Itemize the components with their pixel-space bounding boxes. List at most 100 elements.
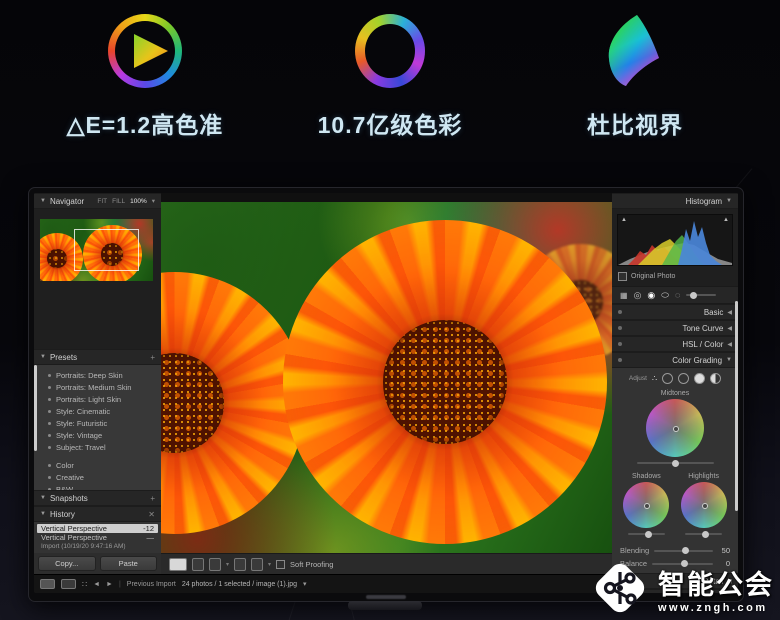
history-header[interactable]: ▼ History ✕ bbox=[34, 506, 161, 522]
zoom-fill[interactable]: FILL bbox=[112, 198, 125, 205]
zoom-dropdown-icon[interactable]: ▾ bbox=[152, 197, 155, 205]
highlights-color-wheel[interactable] bbox=[681, 482, 727, 528]
lightroom-window: ▼ Navigator FIT FILL 100% ▾ bbox=[34, 193, 738, 593]
main-window-icon[interactable] bbox=[40, 579, 55, 589]
feature-color-depth: 10.7亿级色彩 bbox=[275, 8, 505, 140]
highlights-luminance-slider[interactable] bbox=[685, 533, 722, 535]
promo-stage: △E=1.2高色准 10.7亿级色彩 bbox=[0, 0, 780, 620]
masking-tool-icon[interactable]: ◉ bbox=[647, 290, 655, 301]
grid-view-icon[interactable]: ∷ bbox=[82, 580, 87, 589]
presets-header[interactable]: ▼ Presets + bbox=[34, 349, 161, 365]
preset-item[interactable]: B&W bbox=[34, 483, 161, 490]
hsl-color-title: HSL / Color bbox=[682, 340, 723, 349]
panel-toggle-icon[interactable] bbox=[618, 342, 622, 346]
preset-item[interactable]: Color bbox=[34, 459, 161, 471]
collapse-triangle-icon[interactable]: ▼ bbox=[40, 198, 46, 204]
basic-panel-header[interactable]: Basic ◀ bbox=[612, 304, 738, 320]
filmstrip-source[interactable]: Previous Import bbox=[127, 581, 176, 588]
right-scrollbar[interactable] bbox=[735, 301, 738, 511]
loupe-view-icon[interactable] bbox=[169, 558, 187, 571]
soft-proofing-checkbox[interactable] bbox=[276, 560, 285, 569]
hsl-color-panel-header[interactable]: HSL / Color ◀ bbox=[612, 336, 738, 352]
panel-toggle-icon[interactable] bbox=[618, 310, 622, 314]
brush-tool-icon[interactable]: ◌ bbox=[675, 290, 680, 300]
history-entry[interactable]: Vertical Perspective — bbox=[37, 533, 158, 542]
before-after-view-icon[interactable] bbox=[209, 558, 221, 571]
dropdown-icon[interactable]: ▾ bbox=[226, 561, 229, 568]
photo-area[interactable] bbox=[161, 202, 612, 553]
original-photo-checkbox[interactable] bbox=[618, 272, 627, 281]
tool-slider[interactable] bbox=[686, 294, 716, 296]
snapshots-header[interactable]: ▼ Snapshots + bbox=[34, 490, 161, 506]
preset-item[interactable]: Subject: Travel bbox=[34, 441, 161, 453]
shadows-wheel-icon[interactable] bbox=[662, 373, 673, 384]
filmstrip-dropdown-icon[interactable]: ▾ bbox=[303, 580, 307, 588]
navigator-crop-rect[interactable] bbox=[74, 229, 139, 271]
dropdown-icon[interactable]: ▾ bbox=[268, 561, 271, 568]
panel-toggle-icon[interactable] bbox=[618, 358, 622, 362]
view-toolbar: ▾ ▾ Soft Proofing bbox=[161, 553, 612, 574]
histogram-title: Histogram bbox=[686, 197, 722, 206]
global-wheel-icon[interactable] bbox=[710, 373, 721, 384]
copy-button[interactable]: Copy... bbox=[38, 556, 96, 571]
collapse-triangle-icon[interactable]: ◀ bbox=[727, 309, 732, 316]
preset-item[interactable]: Style: Futuristic bbox=[34, 417, 161, 429]
collapse-triangle-icon[interactable]: ◀ bbox=[727, 325, 732, 332]
preset-item[interactable]: Portraits: Medium Skin bbox=[34, 381, 161, 393]
back-arrow-icon[interactable]: ◄ bbox=[93, 581, 100, 588]
feature-label: 杜比视界 bbox=[587, 106, 683, 140]
heal-tool-icon[interactable]: ◎ bbox=[634, 290, 642, 301]
left-scrollbar[interactable] bbox=[34, 365, 37, 451]
redeye-tool-icon[interactable]: ⬭ bbox=[661, 290, 669, 301]
history-list: Vertical Perspective -12 Vertical Perspe… bbox=[34, 522, 161, 553]
shadows-color-wheel[interactable] bbox=[623, 482, 669, 528]
filmstrip-status: 24 photos / 1 selected / image (1).jpg bbox=[182, 581, 297, 588]
midtones-luminance-slider[interactable] bbox=[637, 462, 714, 464]
shadows-luminance-slider[interactable] bbox=[628, 533, 665, 535]
collapse-triangle-icon[interactable]: ▼ bbox=[40, 354, 46, 360]
tone-curve-panel-header[interactable]: Tone Curve ◀ bbox=[612, 320, 738, 336]
preset-item[interactable]: Style: Cinematic bbox=[34, 405, 161, 417]
highlights-wheel-icon[interactable] bbox=[694, 373, 705, 384]
preset-item[interactable]: Style: Vintage bbox=[34, 429, 161, 441]
history-entry-selected[interactable]: Vertical Perspective -12 bbox=[37, 524, 158, 533]
monitor-stand-mount bbox=[348, 601, 422, 610]
threeway-icon[interactable]: ∴ bbox=[652, 374, 657, 383]
midtones-color-wheel[interactable] bbox=[646, 399, 704, 457]
preset-item[interactable]: Creative bbox=[34, 471, 161, 483]
collapse-triangle-icon[interactable]: ▼ bbox=[40, 495, 46, 501]
watermark: 智能公会 www.zngh.com bbox=[590, 558, 774, 618]
collapse-triangle-icon[interactable]: ◀ bbox=[727, 341, 732, 348]
second-window-icon[interactable] bbox=[61, 579, 76, 589]
collapse-triangle-icon[interactable]: ▼ bbox=[40, 511, 46, 517]
zoom-100[interactable]: 100% bbox=[130, 198, 147, 205]
preset-item[interactable]: Portraits: Deep Skin bbox=[34, 369, 161, 381]
before-after-view-icon[interactable] bbox=[192, 558, 204, 571]
highlight-clipping-icon[interactable]: ▲ bbox=[723, 217, 729, 223]
monitor: ▼ Navigator FIT FILL 100% ▾ bbox=[28, 187, 744, 602]
midtones-wheel-icon[interactable] bbox=[678, 373, 689, 384]
play-gamut-icon bbox=[108, 14, 182, 88]
blending-slider[interactable] bbox=[654, 550, 713, 552]
collapse-triangle-icon[interactable]: ▼ bbox=[726, 357, 732, 363]
flower-main bbox=[283, 220, 608, 545]
crop-tool-icon[interactable]: ▦ bbox=[620, 291, 628, 300]
shadow-clipping-icon[interactable]: ▲ bbox=[621, 217, 627, 223]
split-view-icon[interactable] bbox=[251, 558, 263, 571]
histogram-header[interactable]: Histogram ▼ bbox=[612, 193, 738, 209]
navigator-header[interactable]: ▼ Navigator FIT FILL 100% ▾ bbox=[34, 193, 161, 209]
split-view-icon[interactable] bbox=[234, 558, 246, 571]
color-grading-panel-header[interactable]: Color Grading ▼ bbox=[612, 352, 738, 368]
panel-toggle-icon[interactable] bbox=[618, 326, 622, 330]
histogram[interactable]: ▲ ▲ bbox=[617, 214, 733, 266]
preset-item[interactable]: Portraits: Light Skin bbox=[34, 393, 161, 405]
basic-title: Basic bbox=[704, 308, 724, 317]
history-entry[interactable]: Import (10/19/20 9:47:16 AM) bbox=[37, 542, 158, 551]
feature-label: △E=1.2高色准 bbox=[67, 106, 223, 140]
collapse-triangle-icon[interactable]: ▼ bbox=[726, 198, 732, 204]
zoom-fit[interactable]: FIT bbox=[97, 198, 107, 205]
forward-arrow-icon[interactable]: ► bbox=[106, 581, 113, 588]
navigator-thumbnail[interactable] bbox=[40, 219, 153, 281]
histogram-wrap: ▲ ▲ bbox=[612, 209, 738, 269]
paste-button[interactable]: Paste bbox=[100, 556, 158, 571]
